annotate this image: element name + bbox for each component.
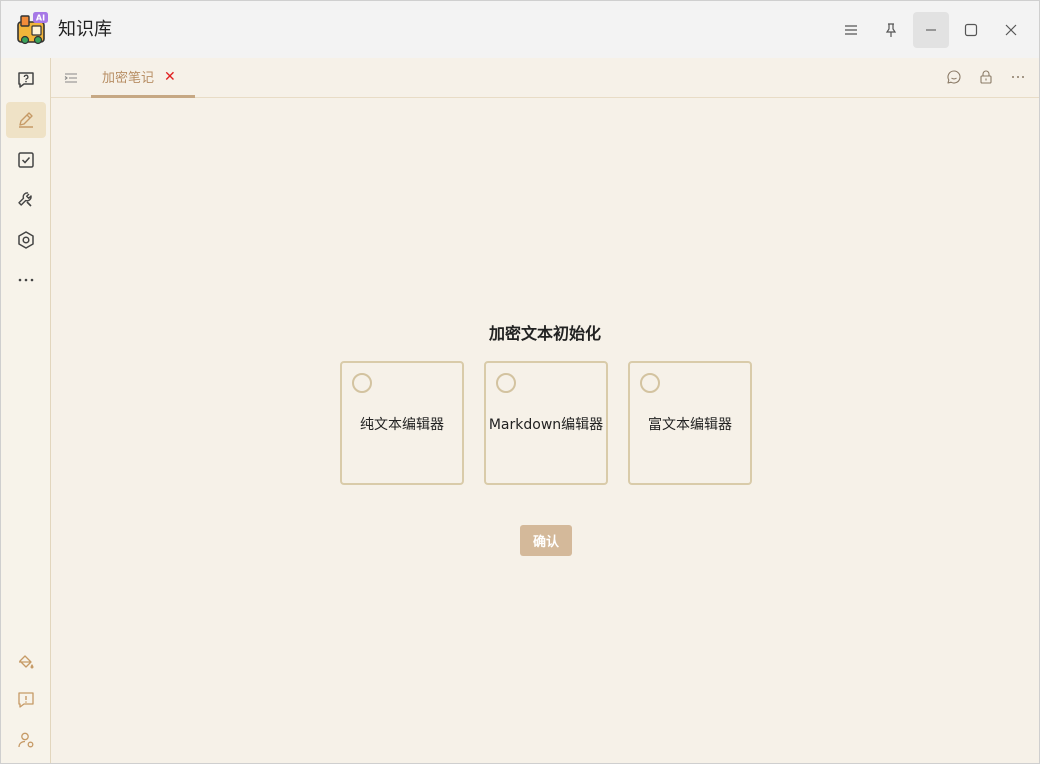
close-window-button[interactable] bbox=[993, 12, 1029, 48]
more-horizontal-icon bbox=[18, 278, 34, 282]
feedback-icon bbox=[18, 692, 34, 708]
tab-label: 加密笔记 bbox=[102, 71, 155, 86]
minimize-icon bbox=[926, 29, 936, 31]
app-window: AI 知识库 加密笔记 ✕ 加密文本初始化 纯文本编辑器 Markdown编辑器… bbox=[0, 0, 1040, 764]
left-rail bbox=[1, 58, 51, 763]
chat-button[interactable] bbox=[944, 67, 964, 87]
rail-item-theme[interactable] bbox=[6, 644, 46, 680]
option-label: 纯文本编辑器 bbox=[360, 417, 444, 433]
pin-button[interactable] bbox=[873, 12, 909, 48]
close-icon bbox=[1005, 24, 1017, 36]
minimize-button[interactable] bbox=[913, 12, 949, 48]
rail-item-user[interactable] bbox=[6, 722, 46, 758]
rail-item-todo[interactable] bbox=[6, 142, 46, 178]
option-markdown-editor[interactable]: Markdown编辑器 bbox=[484, 361, 608, 485]
title-bar: AI 知识库 bbox=[1, 1, 1039, 58]
radio-button[interactable] bbox=[352, 373, 372, 393]
tab-encrypted-notes[interactable]: 加密笔记 ✕ bbox=[91, 58, 195, 98]
sidebar-toggle-button[interactable] bbox=[61, 68, 81, 88]
tools-icon bbox=[18, 192, 32, 207]
lock-button[interactable] bbox=[976, 67, 996, 87]
tab-bar: 加密笔记 ✕ bbox=[51, 58, 1039, 98]
option-plain-text-editor[interactable]: 纯文本编辑器 bbox=[340, 361, 464, 485]
tab-close-icon[interactable]: ✕ bbox=[164, 70, 176, 84]
rail-item-settings[interactable] bbox=[6, 222, 46, 258]
rail-item-chat[interactable] bbox=[6, 62, 46, 98]
menu-button[interactable] bbox=[833, 12, 869, 48]
hamburger-icon bbox=[845, 25, 857, 35]
rail-item-more[interactable] bbox=[6, 262, 46, 298]
confirm-button[interactable]: 确认 bbox=[520, 525, 572, 556]
list-indent-icon bbox=[64, 73, 77, 83]
checkbox-icon bbox=[18, 152, 34, 168]
maximize-icon bbox=[964, 23, 978, 37]
radio-button[interactable] bbox=[496, 373, 516, 393]
maximize-button[interactable] bbox=[953, 12, 989, 48]
logo-badge: AI bbox=[36, 14, 45, 23]
chat-question-icon bbox=[18, 72, 34, 88]
option-label: 富文本编辑器 bbox=[648, 417, 732, 433]
edit-pencil-icon bbox=[19, 112, 33, 128]
option-rich-text-editor[interactable]: 富文本编辑器 bbox=[628, 361, 752, 485]
option-label: Markdown编辑器 bbox=[488, 417, 604, 433]
app-title: 知识库 bbox=[58, 19, 112, 40]
rail-item-edit[interactable] bbox=[6, 102, 46, 138]
paint-bucket-icon bbox=[19, 655, 34, 669]
chat-bubble-icon bbox=[947, 70, 961, 84]
user-settings-icon bbox=[18, 732, 34, 748]
rail-item-tools[interactable] bbox=[6, 182, 46, 218]
hexagon-settings-icon bbox=[18, 231, 34, 249]
app-logo-icon: AI bbox=[15, 12, 49, 46]
radio-button[interactable] bbox=[640, 373, 660, 393]
main-panel: 加密笔记 ✕ 加密文本初始化 纯文本编辑器 Markdown编辑器 富文本编辑器… bbox=[51, 58, 1039, 763]
rail-item-feedback[interactable] bbox=[6, 682, 46, 718]
pin-icon bbox=[885, 23, 897, 37]
init-title: 加密文本初始化 bbox=[488, 324, 601, 343]
more-horizontal-icon bbox=[1012, 76, 1024, 78]
more-options-button[interactable] bbox=[1008, 67, 1028, 87]
lock-icon bbox=[980, 70, 992, 84]
